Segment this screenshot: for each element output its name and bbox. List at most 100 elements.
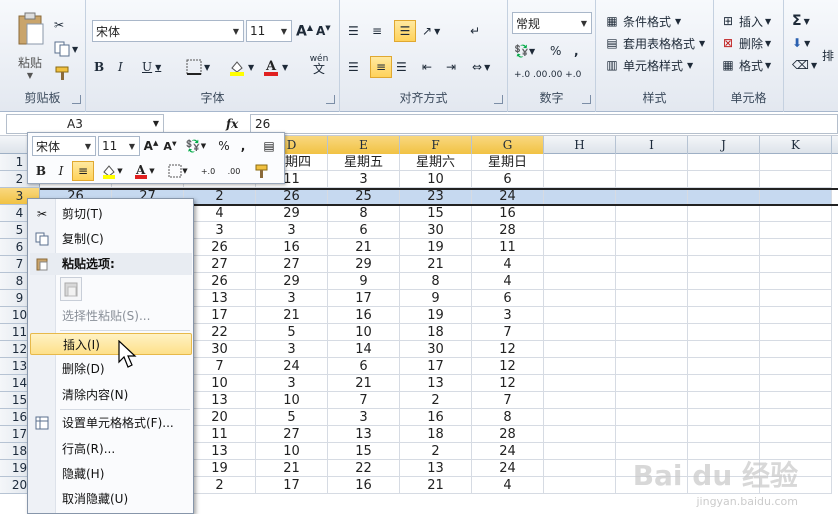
cell-c4[interactable]: 4	[184, 205, 256, 222]
cell-d19[interactable]: 21	[256, 460, 328, 477]
cell-g6[interactable]: 11	[472, 239, 544, 256]
cell-f13[interactable]: 17	[400, 358, 472, 375]
cell-i2[interactable]	[616, 171, 688, 188]
cell-f3[interactable]: 23	[400, 188, 472, 205]
cell-c11[interactable]: 22	[184, 324, 256, 341]
cell-f9[interactable]: 9	[400, 290, 472, 307]
cell-f5[interactable]: 30	[400, 222, 472, 239]
cell-f2[interactable]: 10	[400, 171, 472, 188]
menu-item-cut[interactable]: ✂ 剪切(T)	[30, 203, 192, 225]
cell-d8[interactable]: 29	[256, 273, 328, 290]
cell-f8[interactable]: 8	[400, 273, 472, 290]
cell-e11[interactable]: 10	[328, 324, 400, 341]
cell-i3[interactable]	[616, 188, 688, 205]
cell-i1[interactable]	[616, 154, 688, 171]
cell-j4[interactable]	[688, 205, 760, 222]
cell-c7[interactable]: 27	[184, 256, 256, 273]
cell-f12[interactable]: 30	[400, 341, 472, 358]
cell-h14[interactable]	[544, 375, 616, 392]
cell-g15[interactable]: 7	[472, 392, 544, 409]
cell-f16[interactable]: 16	[400, 409, 472, 426]
cell-h5[interactable]	[544, 222, 616, 239]
cell-d12[interactable]: 3	[256, 341, 328, 358]
column-header-h[interactable]: H	[544, 136, 616, 154]
clipboard-launcher[interactable]	[72, 95, 81, 104]
align-right-button[interactable]: ☰	[396, 56, 416, 78]
cell-j13[interactable]	[688, 358, 760, 375]
cell-e6[interactable]: 21	[328, 239, 400, 256]
cell-k9[interactable]	[760, 290, 832, 307]
cell-f7[interactable]: 21	[400, 256, 472, 273]
clear-button[interactable]: ⌫ ▼	[792, 54, 822, 76]
cell-g4[interactable]: 16	[472, 205, 544, 222]
cell-d15[interactable]: 10	[256, 392, 328, 409]
mini-currency-button[interactable]: 💱 ▼	[182, 136, 210, 156]
cell-j12[interactable]	[688, 341, 760, 358]
mini-increase-decimal-button[interactable]: +.0	[196, 161, 220, 181]
cell-d4[interactable]: 29	[256, 205, 328, 222]
cell-f4[interactable]: 15	[400, 205, 472, 222]
column-header-f[interactable]: F	[400, 136, 472, 154]
cell-h9[interactable]	[544, 290, 616, 307]
merge-center-button[interactable]: ⇔ ▼	[472, 56, 502, 78]
cut-button[interactable]: ✂	[54, 14, 78, 36]
align-bottom-button[interactable]: ☰	[394, 20, 416, 42]
cell-d5[interactable]: 3	[256, 222, 328, 239]
chevron-down-icon[interactable]: ▼	[81, 137, 95, 155]
cell-g18[interactable]: 24	[472, 443, 544, 460]
cell-e14[interactable]: 21	[328, 375, 400, 392]
cell-e13[interactable]: 6	[328, 358, 400, 375]
decrease-decimal-button[interactable]: .00 +.0	[548, 64, 581, 86]
cell-d13[interactable]: 24	[256, 358, 328, 375]
mini-grow-font-button[interactable]: A▲	[142, 136, 160, 156]
column-header-j[interactable]: J	[688, 136, 760, 154]
paste-option-button[interactable]	[60, 277, 82, 301]
mini-decrease-decimal-button[interactable]: .00	[222, 161, 246, 181]
cell-j1[interactable]	[688, 154, 760, 171]
menu-item-paste-special[interactable]: 选择性粘贴(S)...	[30, 305, 192, 327]
format-cells-button[interactable]: ▦ 格式 ▼	[720, 54, 782, 76]
cell-k4[interactable]	[760, 205, 832, 222]
cell-k7[interactable]	[760, 256, 832, 273]
cell-i6[interactable]	[616, 239, 688, 256]
cell-e17[interactable]: 13	[328, 426, 400, 443]
cell-d20[interactable]: 17	[256, 477, 328, 494]
autosum-button[interactable]: Σ ▼	[792, 10, 822, 32]
format-painter-button[interactable]	[54, 62, 78, 84]
cell-d17[interactable]: 27	[256, 426, 328, 443]
cell-k2[interactable]	[760, 171, 832, 188]
cell-e9[interactable]: 17	[328, 290, 400, 307]
cell-g11[interactable]: 7	[472, 324, 544, 341]
cell-g9[interactable]: 6	[472, 290, 544, 307]
cell-j8[interactable]	[688, 273, 760, 290]
align-left-button[interactable]: ☰	[348, 56, 368, 78]
cell-h2[interactable]	[544, 171, 616, 188]
cell-e15[interactable]: 7	[328, 392, 400, 409]
menu-item-unhide[interactable]: 取消隐藏(U)	[30, 488, 192, 510]
menu-item-clear-contents[interactable]: 清除内容(N)	[30, 384, 192, 406]
cell-e2[interactable]: 3	[328, 171, 400, 188]
cell-e4[interactable]: 8	[328, 205, 400, 222]
alignment-launcher[interactable]	[494, 95, 503, 104]
font-launcher[interactable]	[326, 95, 335, 104]
cell-h19[interactable]	[544, 460, 616, 477]
cell-g13[interactable]: 12	[472, 358, 544, 375]
cell-j11[interactable]	[688, 324, 760, 341]
currency-button[interactable]: 💱 ▼	[514, 40, 544, 62]
cell-j5[interactable]	[688, 222, 760, 239]
cell-j2[interactable]	[688, 171, 760, 188]
decrease-indent-button[interactable]: ⇤	[422, 56, 442, 78]
cell-i16[interactable]	[616, 409, 688, 426]
align-middle-button[interactable]: ≡	[372, 20, 392, 42]
chevron-down-icon[interactable]: ▼	[577, 13, 591, 33]
mini-format-cells-button[interactable]: ▤	[256, 136, 282, 156]
delete-cells-button[interactable]: ⊠ 删除 ▼	[720, 32, 782, 54]
mini-percent-button[interactable]: %	[216, 136, 232, 156]
cell-h4[interactable]	[544, 205, 616, 222]
increase-decimal-button[interactable]: +.0 .00	[514, 64, 547, 86]
cell-g1[interactable]: 星期日	[472, 154, 544, 171]
cell-i11[interactable]	[616, 324, 688, 341]
cell-h6[interactable]	[544, 239, 616, 256]
cell-e18[interactable]: 15	[328, 443, 400, 460]
paste-dropdown-arrow[interactable]: ▼	[27, 71, 33, 80]
